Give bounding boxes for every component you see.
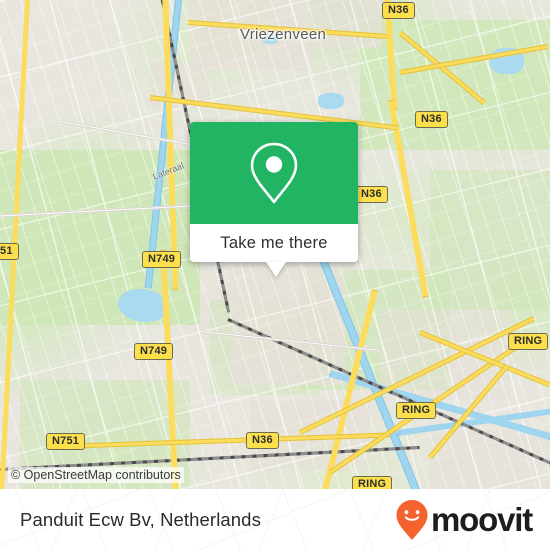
road-shield: N36: [246, 432, 279, 449]
map-place-label: Vriezenveen: [240, 26, 327, 43]
place-title: Panduit Ecw Bv, Netherlands: [20, 508, 261, 530]
road-shield: N36: [382, 2, 415, 19]
road-shield: N36: [355, 186, 388, 203]
moovit-location-card-screenshot: Vriezenveen Lateraal N36 N36 N36 N36 N749 N74…: [0, 0, 550, 550]
road-shield: RING: [508, 333, 549, 350]
take-me-there-label: Take me there: [220, 233, 328, 252]
map-pin-icon: [250, 142, 298, 204]
map-water-body: [318, 93, 344, 109]
road-shield: N749: [142, 251, 182, 268]
card-pointer-tail: [266, 262, 286, 277]
moovit-wordmark: moovit: [431, 501, 533, 538]
road-shield: N751: [46, 433, 86, 450]
osm-attribution[interactable]: © OpenStreetMap contributors: [8, 467, 184, 483]
card-cta-bar[interactable]: Take me there: [190, 224, 358, 277]
location-callout-card[interactable]: Take me there: [190, 122, 358, 277]
footer-bar: Panduit Ecw Bv, Netherlands moovit: [0, 489, 550, 550]
road-shield: 51: [0, 243, 19, 260]
road-shield: N36: [415, 111, 448, 128]
moovit-brand[interactable]: moovit: [395, 499, 533, 541]
road-shield: RING: [352, 476, 393, 489]
card-image-area: [190, 122, 358, 224]
moovit-smiley-pin-icon: [396, 499, 428, 540]
road-shield: RING: [396, 402, 437, 419]
road-shield: N749: [134, 343, 174, 360]
